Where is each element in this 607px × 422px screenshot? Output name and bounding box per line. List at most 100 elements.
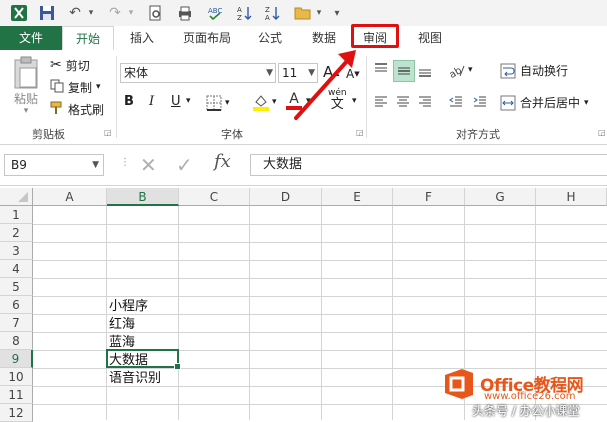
row-header-5[interactable]: 5	[0, 278, 33, 296]
decrease-indent-button[interactable]	[448, 94, 464, 110]
align-bottom-button[interactable]	[417, 62, 433, 78]
font-launcher-icon[interactable]: ◲	[356, 128, 364, 137]
underline-button[interactable]: U	[171, 94, 181, 109]
row-header-2[interactable]: 2	[0, 224, 33, 242]
align-top-button[interactable]	[373, 62, 389, 78]
row-header-9[interactable]: 9	[0, 350, 33, 368]
svg-text:A: A	[237, 6, 242, 14]
paste-label: 粘贴	[13, 92, 38, 106]
save-icon[interactable]	[36, 3, 58, 23]
column-header-h[interactable]: H	[536, 188, 607, 206]
svg-text:A: A	[265, 14, 270, 21]
row-header-11[interactable]: 11	[0, 386, 33, 404]
row-header-12[interactable]: 12	[0, 404, 33, 422]
row-header-4[interactable]: 4	[0, 260, 33, 278]
enter-check-icon[interactable]: ✓	[176, 153, 193, 177]
formula-input[interactable]: 大数据	[250, 154, 607, 176]
name-box-dropdown-icon[interactable]: ▼	[92, 155, 99, 175]
watermark-author: 头条号 / 办公小课堂	[472, 404, 580, 418]
bold-button[interactable]: B	[124, 94, 134, 109]
column-header-e[interactable]: E	[322, 188, 393, 206]
orientation-button[interactable]: ab ▾	[448, 62, 473, 78]
borders-icon	[206, 95, 222, 111]
office-logo-icon	[445, 369, 473, 399]
redo-icon[interactable]: ↷	[104, 3, 126, 23]
name-box-value: B9	[11, 158, 27, 172]
fill-handle[interactable]	[174, 363, 181, 370]
column-header-a[interactable]: A	[33, 188, 107, 206]
row-header-6[interactable]: 6	[0, 296, 33, 314]
quick-access-toolbar: ↶ ▾ ↷ ▾ ABC AZ ZA ▾ ▾	[0, 0, 607, 26]
sort-descending-icon[interactable]: ZA	[262, 3, 284, 23]
copy-label: 复制	[68, 80, 93, 95]
merge-center-label: 合并后居中	[520, 96, 581, 110]
font-name-dropdown-icon: ▼	[266, 68, 273, 78]
sort-ascending-icon[interactable]: AZ	[234, 3, 256, 23]
spelling-check-icon[interactable]: ABC	[204, 3, 226, 23]
excel-logo-icon	[8, 3, 30, 23]
font-name-value: 宋体	[124, 66, 149, 80]
merge-center-button[interactable]: 合并后居中 ▾	[500, 94, 589, 111]
align-center-button[interactable]	[395, 94, 411, 110]
font-name-select[interactable]: 宋体 ▼	[120, 63, 276, 83]
borders-button[interactable]: ▾	[206, 95, 230, 111]
cell-b10[interactable]: 语音识别	[109, 367, 161, 386]
tab-view[interactable]: 视图	[410, 26, 450, 50]
svg-text:Z: Z	[265, 6, 270, 14]
tab-page-layout[interactable]: 页面布局	[172, 26, 242, 50]
tab-file[interactable]: 文件	[0, 26, 62, 50]
tab-home[interactable]: 开始	[62, 26, 114, 50]
column-header-d[interactable]: D	[250, 188, 322, 206]
align-right-button[interactable]	[417, 94, 433, 110]
italic-button[interactable]: I	[149, 94, 154, 109]
cut-label: 剪切	[65, 58, 90, 73]
merge-center-dropdown-icon: ▾	[584, 97, 589, 108]
underline-dropdown-icon[interactable]: ▾	[186, 96, 191, 106]
svg-text:Z: Z	[237, 14, 242, 21]
fill-color-button[interactable]: ▾	[252, 93, 277, 111]
increase-indent-button[interactable]	[472, 94, 488, 110]
red-arrow-icon	[294, 50, 356, 120]
cancel-icon[interactable]: ✕	[140, 153, 157, 177]
format-painter-button[interactable]: 格式刷	[50, 100, 104, 118]
cell-b8[interactable]: 蓝海	[109, 331, 135, 350]
font-group-label: 字体	[221, 128, 243, 141]
redo-dropdown-icon[interactable]: ▾	[126, 3, 136, 23]
quick-print-icon[interactable]	[174, 3, 196, 23]
tab-formulas[interactable]: 公式	[250, 26, 290, 50]
row-header-3[interactable]: 3	[0, 242, 33, 260]
align-left-button[interactable]	[373, 94, 389, 110]
copy-button[interactable]: 复制 ▾	[50, 78, 101, 96]
row-header-7[interactable]: 7	[0, 314, 33, 332]
column-header-c[interactable]: C	[179, 188, 250, 206]
customize-qat-icon[interactable]: ▾	[330, 3, 344, 23]
name-box[interactable]: B9 ▼	[4, 154, 104, 176]
paintbrush-icon	[50, 101, 64, 118]
row-header-8[interactable]: 8	[0, 332, 33, 350]
column-header-g[interactable]: G	[465, 188, 536, 206]
select-all-corner[interactable]	[0, 188, 33, 206]
open-folder-icon[interactable]	[292, 3, 314, 23]
alignment-launcher-icon[interactable]: ◲	[598, 128, 606, 137]
formula-bar: B9 ▼ ⋮ ✕ ✓ fx 大数据	[0, 145, 607, 186]
insert-function-icon[interactable]: fx	[214, 151, 231, 172]
column-header-f[interactable]: F	[393, 188, 465, 206]
undo-icon[interactable]: ↶	[64, 3, 86, 23]
paste-button[interactable]: 粘贴 ▾	[6, 56, 46, 116]
wrap-text-button[interactable]: 自动换行	[500, 62, 568, 79]
row-header-1[interactable]: 1	[0, 206, 33, 224]
column-header-b[interactable]: B	[107, 188, 179, 206]
scissors-icon: ✂	[50, 57, 62, 73]
cell-b6[interactable]: 小程序	[109, 295, 148, 314]
row-header-10[interactable]: 10	[0, 368, 33, 386]
undo-dropdown-icon[interactable]: ▾	[86, 3, 96, 23]
group-separator	[116, 56, 117, 138]
tab-insert[interactable]: 插入	[122, 26, 162, 50]
print-preview-icon[interactable]	[144, 3, 166, 23]
folder-dropdown-icon[interactable]: ▾	[314, 3, 324, 23]
cell-b7[interactable]: 红海	[109, 313, 135, 332]
borders-dropdown-icon: ▾	[225, 98, 230, 108]
clipboard-launcher-icon[interactable]: ◲	[104, 128, 112, 137]
align-middle-button[interactable]	[393, 60, 415, 82]
cut-button[interactable]: ✂ 剪切	[50, 56, 90, 74]
